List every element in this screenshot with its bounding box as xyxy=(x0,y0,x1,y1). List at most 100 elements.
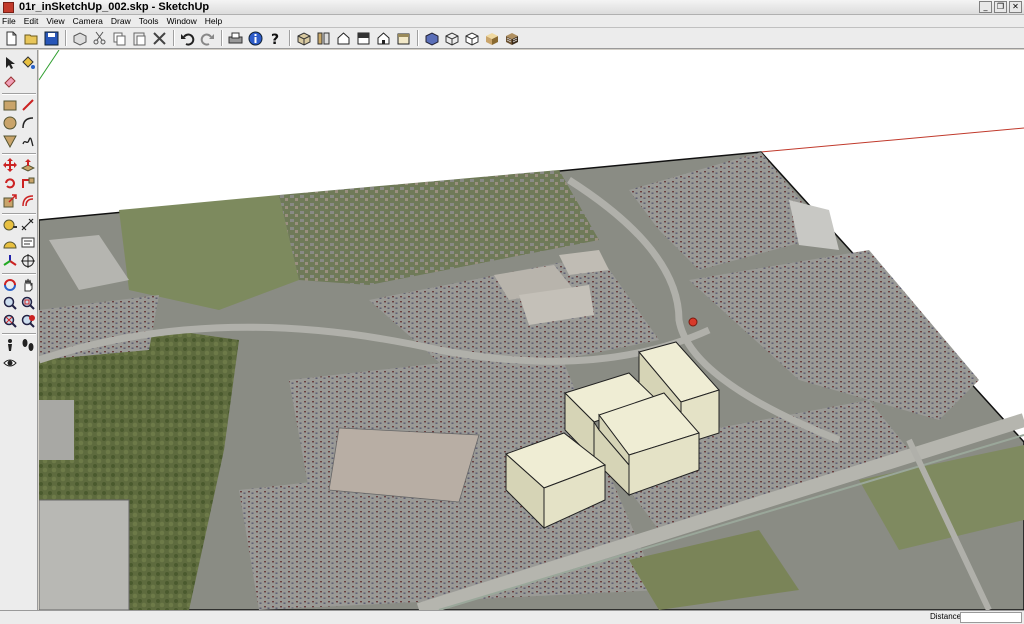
menu-file[interactable]: File xyxy=(2,16,16,26)
open-button[interactable] xyxy=(22,29,41,48)
paste-button[interactable] xyxy=(130,29,149,48)
protractor-button[interactable] xyxy=(1,234,19,252)
walk-button[interactable] xyxy=(19,336,37,354)
toolbar-separator xyxy=(65,30,67,46)
line-button[interactable] xyxy=(19,96,37,114)
restore-button[interactable]: ❐ xyxy=(994,1,1007,13)
make-component-icon xyxy=(73,31,87,46)
cut-icon xyxy=(93,31,106,44)
iso-view-button[interactable] xyxy=(294,29,313,48)
menu-tools[interactable]: Tools xyxy=(139,16,159,26)
green-axis-line xyxy=(39,50,60,81)
wireframe-button[interactable] xyxy=(442,29,461,48)
cut-button[interactable] xyxy=(90,29,109,48)
select-button[interactable] xyxy=(1,54,19,72)
rectangle-button[interactable] xyxy=(1,96,19,114)
zoom-window-button[interactable] xyxy=(19,294,37,312)
shaded-textures-button[interactable] xyxy=(502,29,521,48)
orbit-button[interactable] xyxy=(1,276,19,294)
menu-window[interactable]: Window xyxy=(167,16,197,26)
menu-camera[interactable]: Camera xyxy=(73,16,103,26)
svg-text:?: ? xyxy=(271,32,279,46)
print-button[interactable] xyxy=(226,29,245,48)
toolbar-separator xyxy=(289,30,291,46)
front-view-button[interactable] xyxy=(334,29,353,48)
zoom-extents-button[interactable] xyxy=(1,312,19,330)
text-icon xyxy=(21,237,35,248)
left-view-button[interactable] xyxy=(394,29,413,48)
minimize-button[interactable]: _ xyxy=(979,1,992,13)
scene-canvas[interactable] xyxy=(39,50,1024,610)
zoom-window-icon xyxy=(21,296,35,310)
arc-button[interactable] xyxy=(19,114,37,132)
menu-view[interactable]: View xyxy=(46,16,64,26)
top-view-button[interactable] xyxy=(314,29,333,48)
erase-button[interactable] xyxy=(150,29,169,48)
tape-measure-button[interactable] xyxy=(1,216,19,234)
menu-draw[interactable]: Draw xyxy=(111,16,131,26)
close-button[interactable]: ✕ xyxy=(1009,1,1022,13)
move-button[interactable] xyxy=(1,156,19,174)
3d-text-button[interactable] xyxy=(19,252,37,270)
redo-button[interactable] xyxy=(198,29,217,48)
dimension-button[interactable] xyxy=(19,216,37,234)
offset-icon xyxy=(22,195,34,207)
orbit-icon xyxy=(4,279,16,291)
toolbar-separator xyxy=(173,30,175,46)
previous-view-button[interactable] xyxy=(19,312,37,330)
eraser-button[interactable] xyxy=(1,72,19,90)
measurements-input[interactable] xyxy=(960,612,1022,623)
shaded-button[interactable] xyxy=(482,29,501,48)
pan-button[interactable] xyxy=(19,276,37,294)
new-button[interactable] xyxy=(2,29,21,48)
print-icon xyxy=(228,32,243,43)
red-axis-line xyxy=(760,127,1024,153)
menu-edit[interactable]: Edit xyxy=(24,16,39,26)
position-camera-icon xyxy=(8,339,12,351)
copy-button[interactable] xyxy=(110,29,129,48)
undo-button[interactable] xyxy=(178,29,197,48)
look-around-button[interactable] xyxy=(1,354,19,372)
freehand-button[interactable] xyxy=(19,132,37,150)
menu-help[interactable]: Help xyxy=(205,16,222,26)
back-view-button[interactable] xyxy=(374,29,393,48)
model-info-icon xyxy=(248,31,263,45)
toolbar-separator xyxy=(2,273,36,275)
right-view-button[interactable] xyxy=(354,29,373,48)
offset-button[interactable] xyxy=(19,192,37,210)
follow-me-button[interactable] xyxy=(19,174,37,192)
iso-view-icon xyxy=(297,31,311,46)
save-button[interactable] xyxy=(42,29,61,48)
rectangle-icon xyxy=(3,100,17,111)
zoom-extents-icon xyxy=(3,314,17,328)
window-controls: _ ❐ ✕ xyxy=(979,1,1022,13)
3d-text-icon xyxy=(21,254,35,268)
rotate-button[interactable] xyxy=(1,174,19,192)
tape-measure-icon xyxy=(3,219,17,231)
text-button[interactable] xyxy=(19,234,37,252)
paint-bucket-button[interactable] xyxy=(19,54,37,72)
polygon-button[interactable] xyxy=(1,132,19,150)
hidden-line-button[interactable] xyxy=(462,29,481,48)
position-camera-button[interactable] xyxy=(1,336,19,354)
zoom-button[interactable] xyxy=(1,294,19,312)
xray-button[interactable] xyxy=(422,29,441,48)
axes-button[interactable] xyxy=(1,252,19,270)
model-viewport[interactable] xyxy=(39,50,1024,610)
redo-icon xyxy=(200,33,214,46)
help-button[interactable]: ? xyxy=(266,29,285,48)
rotate-icon xyxy=(5,178,15,189)
aerial-ground-plane[interactable] xyxy=(39,151,1024,610)
right-view-icon xyxy=(357,32,370,44)
make-component-button[interactable] xyxy=(70,29,89,48)
circle-button[interactable] xyxy=(1,114,19,132)
push-pull-button[interactable] xyxy=(19,156,37,174)
select-icon xyxy=(6,57,15,69)
geo-location-marker[interactable] xyxy=(688,317,698,327)
front-view-icon xyxy=(337,31,350,44)
window-title: 01r_inSketchUp_002.skp - SketchUp xyxy=(19,1,210,13)
toolbar-separator xyxy=(221,30,223,46)
undo-icon xyxy=(181,33,195,46)
model-info-button[interactable] xyxy=(246,29,265,48)
scale-button[interactable] xyxy=(1,192,19,210)
